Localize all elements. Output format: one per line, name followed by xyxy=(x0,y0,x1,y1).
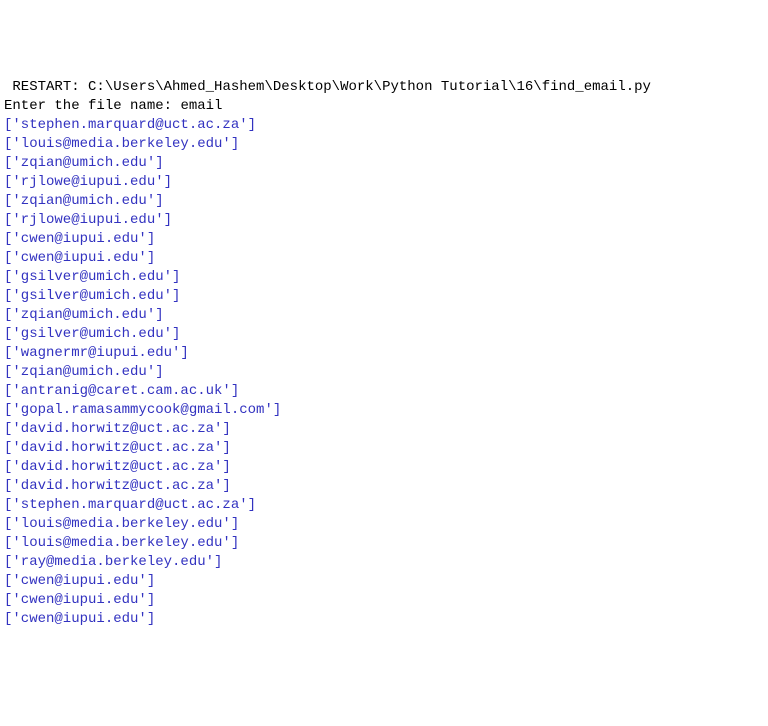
output-line: ['cwen@iupui.edu'] xyxy=(4,572,764,591)
output-line: ['antranig@caret.cam.ac.uk'] xyxy=(4,382,764,401)
output-line: ['zqian@umich.edu'] xyxy=(4,363,764,382)
output-line: ['zqian@umich.edu'] xyxy=(4,154,764,173)
output-line: ['wagnermr@iupui.edu'] xyxy=(4,344,764,363)
output-line: ['louis@media.berkeley.edu'] xyxy=(4,534,764,553)
prompt-text: Enter the file name: xyxy=(4,98,180,114)
user-input: email xyxy=(180,98,222,114)
output-line: ['rjlowe@iupui.edu'] xyxy=(4,173,764,192)
output-line: ['david.horwitz@uct.ac.za'] xyxy=(4,477,764,496)
output-line: ['louis@media.berkeley.edu'] xyxy=(4,135,764,154)
output-line: ['cwen@iupui.edu'] xyxy=(4,610,764,629)
output-line: ['louis@media.berkeley.edu'] xyxy=(4,515,764,534)
idle-shell-output[interactable]: RESTART: C:\Users\Ahmed_Hashem\Desktop\W… xyxy=(4,78,764,629)
restart-label: RESTART xyxy=(12,79,71,95)
output-container: ['stephen.marquard@uct.ac.za']['louis@me… xyxy=(4,116,764,629)
restart-line: RESTART: C:\Users\Ahmed_Hashem\Desktop\W… xyxy=(4,79,651,95)
output-line: ['cwen@iupui.edu'] xyxy=(4,249,764,268)
output-line: ['gsilver@umich.edu'] xyxy=(4,325,764,344)
output-line: ['ray@media.berkeley.edu'] xyxy=(4,553,764,572)
output-line: ['david.horwitz@uct.ac.za'] xyxy=(4,439,764,458)
output-line: ['stephen.marquard@uct.ac.za'] xyxy=(4,116,764,135)
output-line: ['david.horwitz@uct.ac.za'] xyxy=(4,420,764,439)
output-line: ['gopal.ramasammycook@gmail.com'] xyxy=(4,401,764,420)
output-line: ['zqian@umich.edu'] xyxy=(4,306,764,325)
restart-path: C:\Users\Ahmed_Hashem\Desktop\Work\Pytho… xyxy=(88,79,651,95)
output-line: ['cwen@iupui.edu'] xyxy=(4,230,764,249)
output-line: ['rjlowe@iupui.edu'] xyxy=(4,211,764,230)
output-line: ['david.horwitz@uct.ac.za'] xyxy=(4,458,764,477)
output-line: ['stephen.marquard@uct.ac.za'] xyxy=(4,496,764,515)
output-line: ['gsilver@umich.edu'] xyxy=(4,287,764,306)
output-line: ['gsilver@umich.edu'] xyxy=(4,268,764,287)
output-line: ['zqian@umich.edu'] xyxy=(4,192,764,211)
output-line: ['cwen@iupui.edu'] xyxy=(4,591,764,610)
prompt-line: Enter the file name: email xyxy=(4,98,222,114)
